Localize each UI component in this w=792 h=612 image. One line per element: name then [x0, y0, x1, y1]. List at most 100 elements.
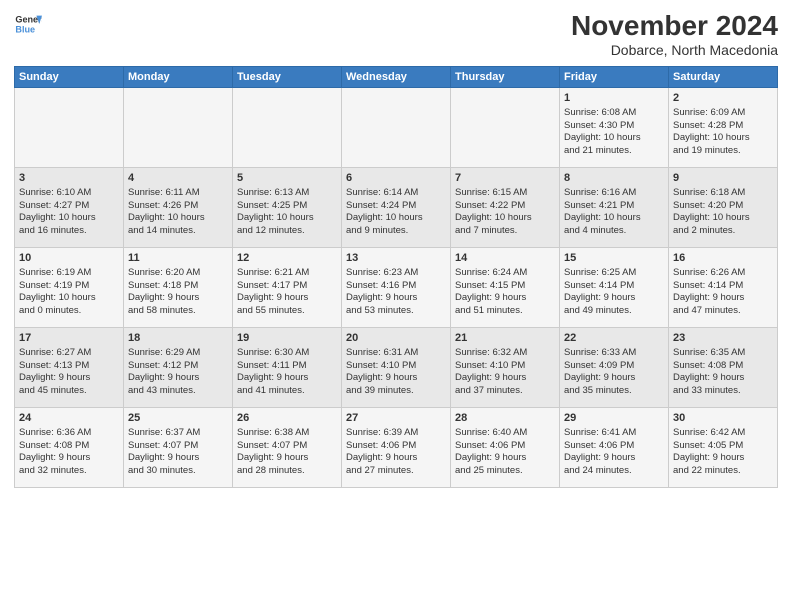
day-info: Daylight: 9 hours — [19, 452, 119, 465]
day-info: Sunset: 4:07 PM — [237, 440, 337, 453]
cell-1-4 — [342, 88, 451, 168]
day-info: Sunset: 4:24 PM — [346, 200, 446, 213]
day-info: and 41 minutes. — [237, 385, 337, 398]
day-info: Daylight: 9 hours — [128, 372, 228, 385]
day-info: Sunset: 4:16 PM — [346, 280, 446, 293]
day-number: 18 — [128, 331, 228, 346]
day-info: Sunset: 4:10 PM — [455, 360, 555, 373]
cell-2-3: 5Sunrise: 6:13 AMSunset: 4:25 PMDaylight… — [233, 168, 342, 248]
day-info: Sunrise: 6:41 AM — [564, 427, 664, 440]
week-row-1: 1Sunrise: 6:08 AMSunset: 4:30 PMDaylight… — [15, 88, 778, 168]
day-info: Sunset: 4:20 PM — [673, 200, 773, 213]
day-number: 25 — [128, 411, 228, 426]
day-info: Sunset: 4:05 PM — [673, 440, 773, 453]
day-info: Daylight: 9 hours — [455, 452, 555, 465]
day-info: and 14 minutes. — [128, 225, 228, 238]
day-number: 11 — [128, 251, 228, 266]
day-info: Sunrise: 6:23 AM — [346, 267, 446, 280]
main-title: November 2024 — [571, 10, 778, 42]
cell-1-2 — [124, 88, 233, 168]
day-info: Daylight: 10 hours — [564, 132, 664, 145]
day-info: Sunset: 4:27 PM — [19, 200, 119, 213]
day-info: Sunset: 4:09 PM — [564, 360, 664, 373]
cell-5-2: 25Sunrise: 6:37 AMSunset: 4:07 PMDayligh… — [124, 408, 233, 488]
day-number: 21 — [455, 331, 555, 346]
day-info: Daylight: 10 hours — [564, 212, 664, 225]
day-info: Sunset: 4:15 PM — [455, 280, 555, 293]
day-info: and 28 minutes. — [237, 465, 337, 478]
day-info: Daylight: 10 hours — [128, 212, 228, 225]
col-friday: Friday — [560, 67, 669, 88]
day-info: Sunrise: 6:25 AM — [564, 267, 664, 280]
day-info: Sunset: 4:08 PM — [673, 360, 773, 373]
day-info: Sunrise: 6:10 AM — [19, 187, 119, 200]
day-number: 22 — [564, 331, 664, 346]
day-info: and 55 minutes. — [237, 305, 337, 318]
day-info: Sunrise: 6:32 AM — [455, 347, 555, 360]
cell-1-3 — [233, 88, 342, 168]
day-number: 13 — [346, 251, 446, 266]
day-info: and 32 minutes. — [19, 465, 119, 478]
day-number: 17 — [19, 331, 119, 346]
title-section: November 2024 Dobarce, North Macedonia — [571, 10, 778, 58]
day-number: 24 — [19, 411, 119, 426]
day-info: Sunrise: 6:40 AM — [455, 427, 555, 440]
cell-4-4: 20Sunrise: 6:31 AMSunset: 4:10 PMDayligh… — [342, 328, 451, 408]
day-info: and 58 minutes. — [128, 305, 228, 318]
cell-3-3: 12Sunrise: 6:21 AMSunset: 4:17 PMDayligh… — [233, 248, 342, 328]
day-info: Sunrise: 6:19 AM — [19, 267, 119, 280]
day-number: 14 — [455, 251, 555, 266]
day-number: 16 — [673, 251, 773, 266]
day-info: Sunrise: 6:09 AM — [673, 107, 773, 120]
header-row: Sunday Monday Tuesday Wednesday Thursday… — [15, 67, 778, 88]
cell-2-5: 7Sunrise: 6:15 AMSunset: 4:22 PMDaylight… — [451, 168, 560, 248]
day-info: Sunrise: 6:33 AM — [564, 347, 664, 360]
col-thursday: Thursday — [451, 67, 560, 88]
day-info: Daylight: 10 hours — [455, 212, 555, 225]
day-info: and 37 minutes. — [455, 385, 555, 398]
day-info: and 22 minutes. — [673, 465, 773, 478]
day-info: and 19 minutes. — [673, 145, 773, 158]
logo: General Blue — [14, 10, 42, 38]
cell-3-6: 15Sunrise: 6:25 AMSunset: 4:14 PMDayligh… — [560, 248, 669, 328]
day-info: and 7 minutes. — [455, 225, 555, 238]
day-info: Sunset: 4:06 PM — [564, 440, 664, 453]
week-row-3: 10Sunrise: 6:19 AMSunset: 4:19 PMDayligh… — [15, 248, 778, 328]
day-info: Daylight: 9 hours — [237, 452, 337, 465]
day-info: and 53 minutes. — [346, 305, 446, 318]
day-info: and 43 minutes. — [128, 385, 228, 398]
day-number: 12 — [237, 251, 337, 266]
week-row-2: 3Sunrise: 6:10 AMSunset: 4:27 PMDaylight… — [15, 168, 778, 248]
day-info: and 33 minutes. — [673, 385, 773, 398]
day-info: Sunset: 4:06 PM — [346, 440, 446, 453]
day-number: 6 — [346, 171, 446, 186]
day-info: Sunset: 4:14 PM — [673, 280, 773, 293]
day-info: Sunrise: 6:08 AM — [564, 107, 664, 120]
day-info: Daylight: 10 hours — [673, 132, 773, 145]
cell-5-7: 30Sunrise: 6:42 AMSunset: 4:05 PMDayligh… — [669, 408, 778, 488]
day-info: Sunrise: 6:20 AM — [128, 267, 228, 280]
day-number: 1 — [564, 91, 664, 106]
day-info: and 12 minutes. — [237, 225, 337, 238]
cell-5-4: 27Sunrise: 6:39 AMSunset: 4:06 PMDayligh… — [342, 408, 451, 488]
day-info: Sunrise: 6:27 AM — [19, 347, 119, 360]
day-number: 30 — [673, 411, 773, 426]
calendar-table: Sunday Monday Tuesday Wednesday Thursday… — [14, 66, 778, 488]
col-sunday: Sunday — [15, 67, 124, 88]
day-info: Daylight: 9 hours — [346, 452, 446, 465]
day-info: Sunrise: 6:31 AM — [346, 347, 446, 360]
day-info: and 21 minutes. — [564, 145, 664, 158]
cell-3-7: 16Sunrise: 6:26 AMSunset: 4:14 PMDayligh… — [669, 248, 778, 328]
day-info: Daylight: 9 hours — [673, 452, 773, 465]
logo-icon: General Blue — [14, 10, 42, 38]
day-info: Daylight: 9 hours — [128, 452, 228, 465]
cell-4-5: 21Sunrise: 6:32 AMSunset: 4:10 PMDayligh… — [451, 328, 560, 408]
day-info: and 35 minutes. — [564, 385, 664, 398]
day-info: Daylight: 9 hours — [346, 292, 446, 305]
cell-3-2: 11Sunrise: 6:20 AMSunset: 4:18 PMDayligh… — [124, 248, 233, 328]
day-info: and 25 minutes. — [455, 465, 555, 478]
day-number: 9 — [673, 171, 773, 186]
day-info: Sunset: 4:10 PM — [346, 360, 446, 373]
day-info: Sunrise: 6:30 AM — [237, 347, 337, 360]
day-info: Sunrise: 6:15 AM — [455, 187, 555, 200]
